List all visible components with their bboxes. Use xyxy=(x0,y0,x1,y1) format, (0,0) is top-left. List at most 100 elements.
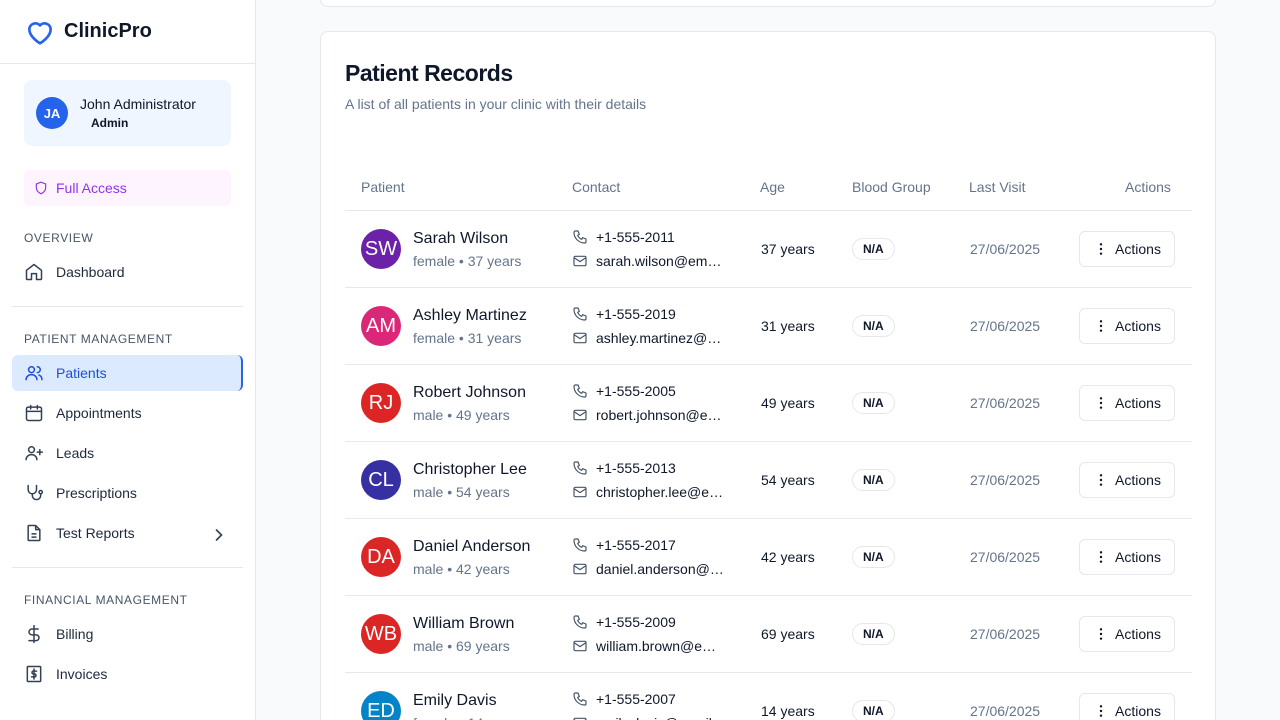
home-icon xyxy=(25,263,43,281)
patient-age: 37 years xyxy=(761,241,815,257)
column-header-actions: Actions xyxy=(1125,179,1171,195)
patient-avatar: SW xyxy=(361,229,401,269)
table-row[interactable]: ED Emily Davis female • 14 years +1-555-… xyxy=(345,673,1192,720)
patient-phone: +1-555-2011 xyxy=(596,229,675,245)
mail-icon xyxy=(573,486,587,498)
actions-button[interactable]: Actions xyxy=(1079,385,1175,421)
dollar-icon xyxy=(28,624,40,644)
patient-email: christopher.lee@email.com xyxy=(596,484,726,500)
user-plus-icon xyxy=(25,446,44,461)
patient-name[interactable]: Sarah Wilson xyxy=(413,230,508,248)
actions-button[interactable]: Actions xyxy=(1079,616,1175,652)
actions-button[interactable]: Actions xyxy=(1079,693,1175,720)
table-row[interactable]: RJ Robert Johnson male • 49 years +1-555… xyxy=(345,365,1192,442)
patient-records-card: Patient Records A list of all patients i… xyxy=(320,31,1216,720)
actions-button-label: Actions xyxy=(1115,241,1161,257)
actions-button[interactable]: Actions xyxy=(1079,539,1175,575)
table-row[interactable]: DA Daniel Anderson male • 42 years +1-55… xyxy=(345,519,1192,596)
summary-card xyxy=(320,0,1216,7)
patient-avatar: ED xyxy=(361,691,401,720)
mail-icon xyxy=(573,640,587,652)
patient-age: 42 years xyxy=(761,549,815,565)
heart-logo-icon xyxy=(28,21,52,45)
phone-icon xyxy=(573,384,587,398)
last-visit: 27/06/2025 xyxy=(970,472,1041,488)
last-visit: 27/06/2025 xyxy=(970,395,1041,411)
sidebar-item-leads[interactable]: Leads xyxy=(12,435,243,471)
divider xyxy=(12,567,243,568)
actions-button[interactable]: Actions xyxy=(1079,462,1175,498)
stethoscope-icon xyxy=(27,484,44,501)
sidebar-item-invoices[interactable]: Invoices xyxy=(12,656,243,692)
mail-icon xyxy=(573,332,587,344)
patient-email: william.brown@email.com xyxy=(596,638,726,654)
more-vertical-icon xyxy=(1099,705,1103,717)
sidebar-item-test-reports[interactable]: Test Reports xyxy=(12,515,243,551)
actions-button-label: Actions xyxy=(1115,626,1161,642)
more-vertical-icon xyxy=(1099,628,1103,640)
phone-icon xyxy=(573,307,587,321)
access-label: Full Access xyxy=(56,180,127,196)
patient-phone: +1-555-2009 xyxy=(596,614,676,630)
section-financial-management: FINANCIAL MANAGEMENT xyxy=(24,593,188,607)
sidebar-item-label: Billing xyxy=(56,626,94,642)
section-overview: OVERVIEW xyxy=(24,231,94,245)
last-visit: 27/06/2025 xyxy=(970,318,1041,334)
patient-avatar: WB xyxy=(361,614,401,654)
sidebar-item-label: Patients xyxy=(56,365,107,381)
actions-button[interactable]: Actions xyxy=(1079,231,1175,267)
patient-email: sarah.wilson@email.com xyxy=(596,253,726,269)
table-row[interactable]: WB William Brown male • 69 years +1-555-… xyxy=(345,596,1192,673)
sidebar-item-patients[interactable]: Patients xyxy=(12,355,243,391)
column-header-last-visit: Last Visit xyxy=(969,179,1026,195)
sidebar-item-label: Dashboard xyxy=(56,264,125,280)
patient-phone: +1-555-2013 xyxy=(596,460,676,476)
actions-button-label: Actions xyxy=(1115,318,1161,334)
sidebar-item-dashboard[interactable]: Dashboard xyxy=(12,254,243,290)
patient-name[interactable]: Daniel Anderson xyxy=(413,538,530,556)
calendar-icon xyxy=(25,404,43,422)
table-row[interactable]: SW Sarah Wilson female • 37 years +1-555… xyxy=(345,211,1192,288)
blood-group-badge: N/A xyxy=(852,315,895,337)
phone-icon xyxy=(573,615,587,629)
more-vertical-icon xyxy=(1099,474,1103,486)
page-subtitle: A list of all patients in your clinic wi… xyxy=(345,96,647,112)
column-header-patient: Patient xyxy=(361,179,405,195)
blood-group-badge: N/A xyxy=(852,392,895,414)
patient-phone: +1-555-2017 xyxy=(596,537,676,553)
patient-name[interactable]: Robert Johnson xyxy=(413,384,526,402)
patient-age: 54 years xyxy=(761,472,815,488)
sidebar-item-label: Prescriptions xyxy=(56,485,137,501)
patient-meta: male • 42 years xyxy=(413,561,510,577)
sidebar-item-appointments[interactable]: Appointments xyxy=(12,395,243,431)
sidebar-item-prescriptions[interactable]: Prescriptions xyxy=(12,475,243,511)
patient-meta: female • 14 years xyxy=(413,715,521,720)
chevron-right-icon[interactable] xyxy=(209,525,229,545)
sidebar-item-label: Test Reports xyxy=(56,525,135,541)
patient-name[interactable]: William Brown xyxy=(413,615,514,633)
sidebar-item-billing[interactable]: Billing xyxy=(12,616,243,652)
patient-name[interactable]: Christopher Lee xyxy=(413,461,527,479)
section-patient-management: PATIENT MANAGEMENT xyxy=(24,332,173,346)
patient-name[interactable]: Ashley Martinez xyxy=(413,307,527,325)
column-header-age: Age xyxy=(760,179,785,195)
phone-icon xyxy=(573,538,587,552)
patient-meta: male • 54 years xyxy=(413,484,510,500)
page-title: Patient Records xyxy=(345,60,513,86)
actions-button[interactable]: Actions xyxy=(1079,308,1175,344)
table-row[interactable]: AM Ashley Martinez female • 31 years +1-… xyxy=(345,288,1192,365)
patient-email: ashley.martinez@email.com xyxy=(596,330,726,346)
blood-group-badge: N/A xyxy=(852,623,895,645)
patient-phone: +1-555-2007 xyxy=(596,691,676,707)
patient-name[interactable]: Emily Davis xyxy=(413,692,497,710)
user-card[interactable]: JA John Administrator Admin xyxy=(24,80,231,146)
user-name: John Administrator xyxy=(80,96,196,112)
brand[interactable]: ClinicPro xyxy=(0,0,255,64)
phone-icon xyxy=(573,230,587,244)
actions-button-label: Actions xyxy=(1115,395,1161,411)
sidebar-item-label: Appointments xyxy=(56,405,142,421)
patient-email: daniel.anderson@email.com xyxy=(596,561,726,577)
patient-meta: female • 31 years xyxy=(413,330,522,346)
mail-icon xyxy=(573,717,587,720)
table-row[interactable]: CL Christopher Lee male • 54 years +1-55… xyxy=(345,442,1192,519)
